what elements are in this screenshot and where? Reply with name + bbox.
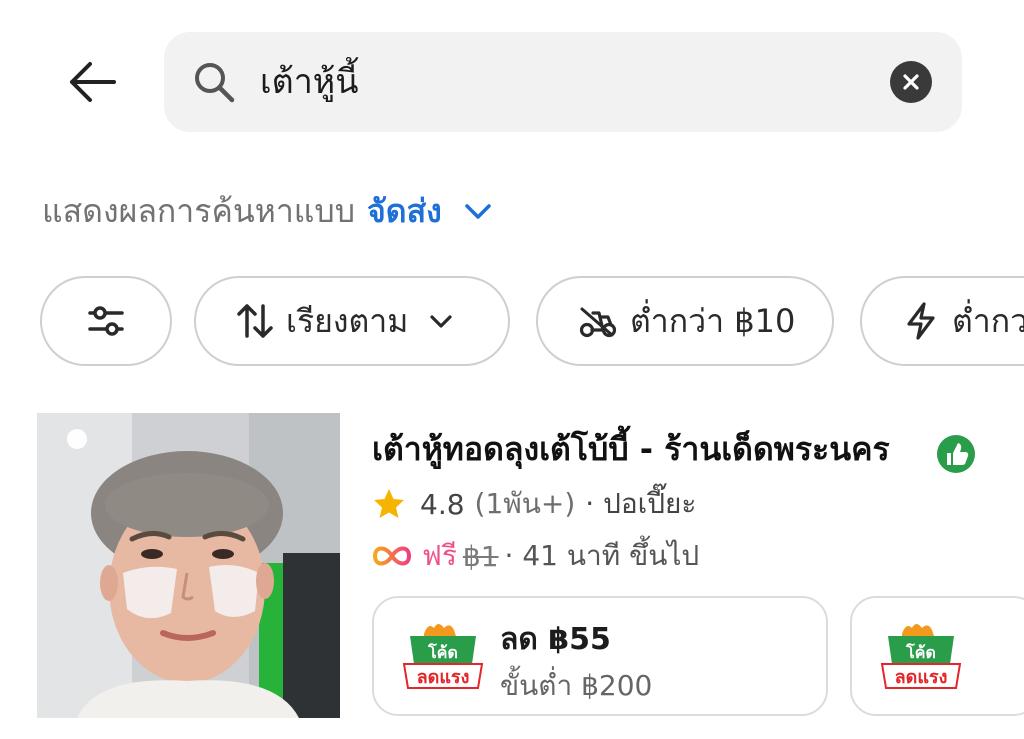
- results-mode-prefix: แสดงผลการค้นหาแบบ: [42, 191, 356, 230]
- close-icon: [903, 74, 919, 90]
- free-delivery-label: ฟรี: [422, 539, 457, 572]
- lightning-icon: [907, 302, 935, 340]
- sliders-icon: [88, 306, 124, 336]
- promo-card[interactable]: โค้ด ลดแรง: [850, 596, 1024, 716]
- search-icon: [195, 63, 235, 103]
- sort-chip-label: เรียงตาม: [286, 301, 409, 340]
- discount-code-badge-icon: โค้ด ลดแรง: [880, 624, 962, 689]
- thumbs-up-badge-icon: [937, 435, 975, 473]
- chevron-down-icon[interactable]: [462, 195, 494, 227]
- rating-value: 4.8: [420, 487, 465, 521]
- cuisine-label: · ปอเปี๊ยะ: [585, 487, 697, 520]
- promo-minimum: ขั้นต่ำ ฿200: [500, 669, 653, 702]
- back-button[interactable]: [60, 52, 124, 112]
- delivery-fee-chip[interactable]: ต่ำกว่า ฿10: [536, 276, 834, 366]
- delivery-fee-row: ฟรี ฿1 · 41 นาที ขึ้นไป: [372, 536, 699, 576]
- star-icon: [374, 489, 404, 518]
- fast-delivery-chip[interactable]: ต่ำกว: [860, 276, 1024, 366]
- original-delivery-fee: ฿1: [462, 539, 499, 573]
- results-mode-selector[interactable]: จัดส่ง: [367, 186, 442, 237]
- promo-badge-bottom: ลดแรง: [417, 667, 470, 688]
- promo-badge-top: โค้ด: [905, 642, 936, 662]
- search-bar[interactable]: เต้าหู้นี้: [164, 32, 962, 132]
- subscription-loop-icon: [372, 546, 412, 566]
- restaurant-photo: [37, 413, 340, 718]
- results-mode-row: แสดงผลการค้นหาแบบ จัดส่ง: [42, 188, 494, 234]
- sort-chip[interactable]: เรียงตาม: [194, 276, 510, 366]
- delivery-time: · 41 นาที ขึ้นไป: [504, 539, 700, 572]
- back-arrow-icon: [70, 62, 116, 102]
- discount-code-badge-icon: โค้ด ลดแรง: [402, 624, 484, 689]
- rating-row: 4.8 (1พัน+) · ปอเปี๊ยะ: [372, 484, 696, 524]
- filter-chips: เรียงตาม ต่ำกว่า ฿10 ต่ำกว: [40, 276, 1024, 366]
- review-count: (1พัน+): [474, 487, 576, 520]
- restaurant-name[interactable]: เต้าหู้ทอดลุงเต้โบ้บี้ - ร้านเด็ดพระนคร: [372, 428, 890, 470]
- filter-settings-chip[interactable]: [40, 276, 172, 366]
- delivery-fee-chip-label: ต่ำกว่า ฿10: [630, 301, 796, 340]
- search-input[interactable]: เต้าหู้นี้: [260, 56, 358, 108]
- promo-badge-top: โค้ด: [427, 642, 458, 662]
- restaurant-thumbnail[interactable]: [37, 413, 340, 718]
- chevron-down-icon: [430, 315, 452, 328]
- promo-title: ลด ฿55: [500, 622, 611, 657]
- promo-card[interactable]: โค้ด ลดแรง ลด ฿55 ขั้นต่ำ ฿200: [372, 596, 828, 716]
- clear-search-button[interactable]: [890, 61, 932, 103]
- fast-delivery-chip-label: ต่ำกว: [952, 301, 1024, 340]
- delivery-scooter-icon: [579, 307, 617, 338]
- promo-badge-bottom: ลดแรง: [895, 667, 948, 688]
- sort-arrows-icon: [237, 304, 273, 338]
